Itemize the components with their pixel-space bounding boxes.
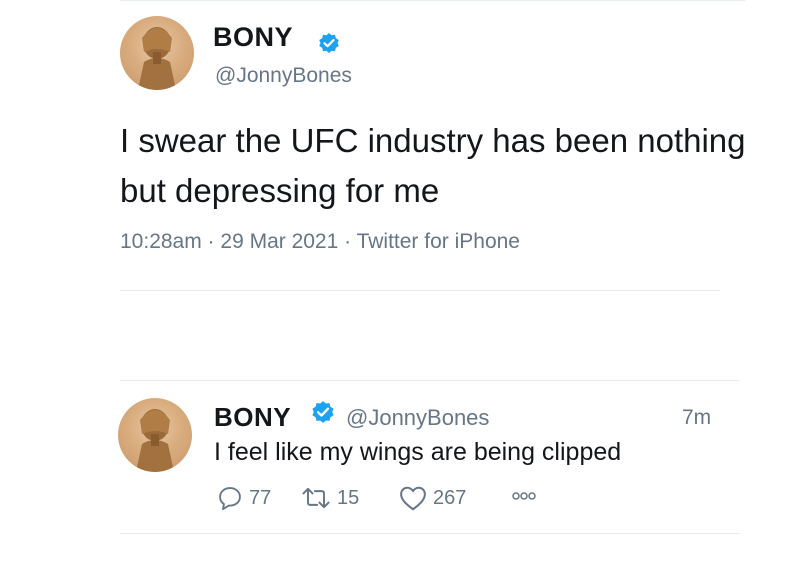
display-name[interactable]: BONY [213,22,293,53]
reply-avatar[interactable] [118,398,192,472]
verified-badge-icon [312,401,334,423]
like-button[interactable]: 267 [398,484,466,512]
reply-tweet-text: I feel like my wings are being clipped [214,438,622,466]
more-options-button[interactable] [510,490,538,502]
reply-timestamp[interactable]: 7m [682,406,711,430]
more-icon [512,492,536,500]
reply-count: 77 [249,486,272,509]
reply-bottom-divider [120,533,740,534]
like-count: 267 [433,486,467,509]
tweet-meta[interactable]: 10:28am · 29 Mar 2021 · Twitter for iPho… [120,230,520,254]
reply-display-name[interactable]: BONY [214,402,291,433]
like-icon [400,486,426,511]
tweet-divider [120,290,720,291]
reply-top-divider [120,380,740,381]
reply-user-handle[interactable]: @JonnyBones [346,405,489,431]
retweet-icon [302,487,330,509]
retweet-count: 15 [337,486,360,509]
verified-badge-icon [319,33,339,53]
avatar-image [136,409,174,472]
top-divider [120,0,745,1]
user-handle[interactable]: @JonnyBones [215,64,352,88]
avatar[interactable] [120,16,194,90]
reply-icon [219,487,241,511]
retweet-button[interactable]: 15 [300,484,359,512]
avatar-image [138,27,176,90]
reply-button[interactable]: 77 [216,484,271,512]
tweet-text: I swear the UFC industry has been nothin… [120,122,746,209]
